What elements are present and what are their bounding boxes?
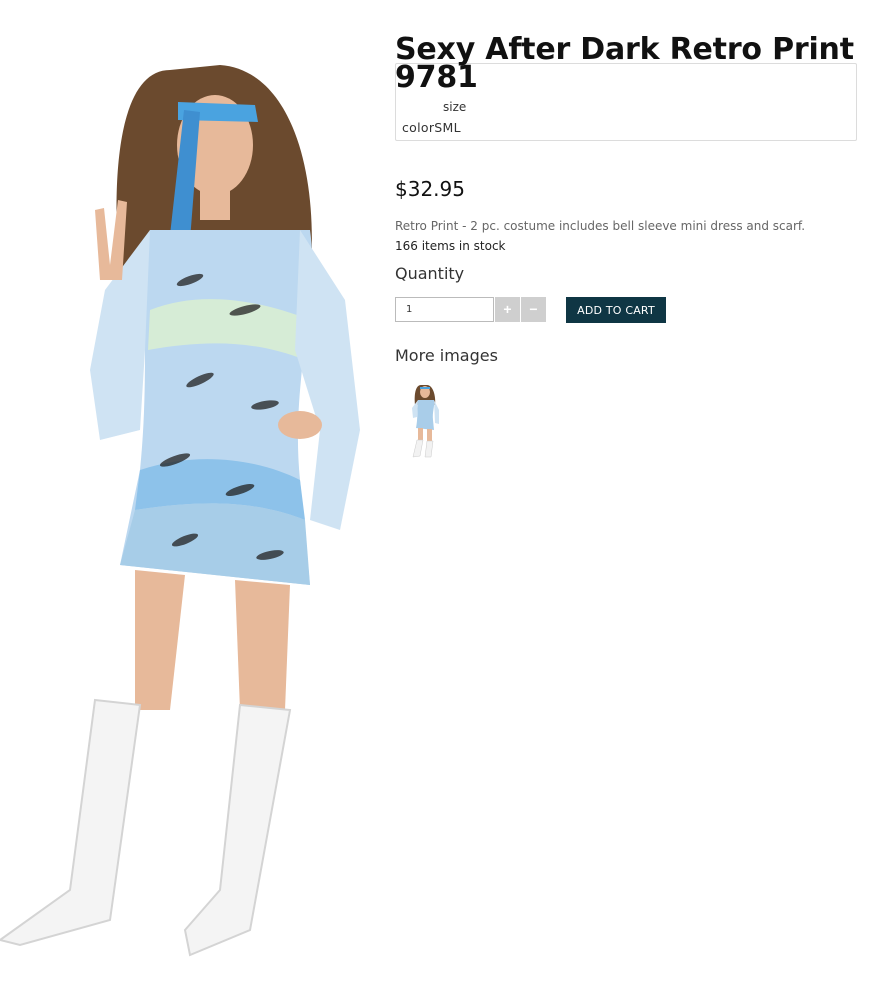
color-size-options[interactable]: colorSML xyxy=(402,120,461,135)
quantity-decrease-button[interactable]: − xyxy=(521,297,546,322)
product-title: Sexy After Dark Retro Print 9781 xyxy=(395,32,854,95)
stock-status: 166 items in stock xyxy=(395,239,506,253)
add-to-cart-button[interactable]: ADD TO CART xyxy=(566,297,666,323)
quantity-input[interactable] xyxy=(395,297,494,322)
product-description: Retro Print - 2 pc. costume includes bel… xyxy=(395,219,806,233)
product-thumbnail[interactable] xyxy=(401,380,449,460)
more-images-label: More images xyxy=(395,346,498,365)
product-price: $32.95 xyxy=(395,177,465,201)
size-option-label: size xyxy=(443,100,467,114)
main-product-image xyxy=(0,50,380,980)
quantity-increase-button[interactable]: + xyxy=(495,297,520,322)
quantity-label: Quantity xyxy=(395,264,465,283)
